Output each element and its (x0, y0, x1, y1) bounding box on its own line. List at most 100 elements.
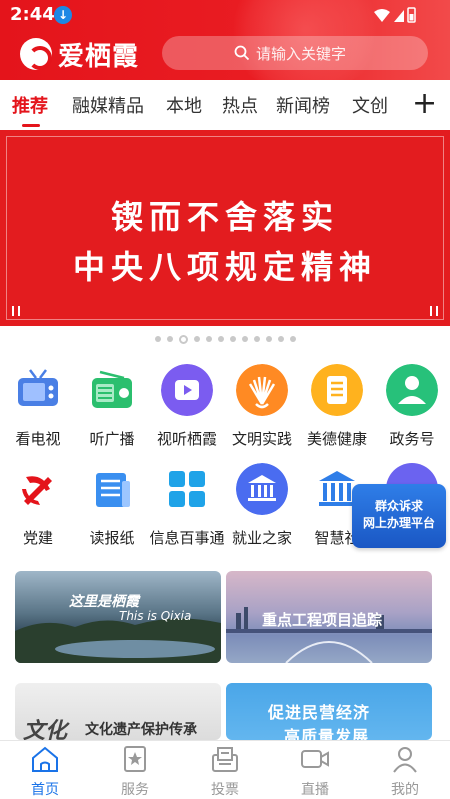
grid-item-civilization[interactable]: 文明实践 (224, 364, 300, 449)
service-icon (124, 746, 146, 772)
badge-line-1: 群众诉求 (374, 499, 423, 513)
nav-label: 首页 (31, 782, 59, 798)
card-title: 这里是栖霞 (69, 594, 139, 610)
carousel-dot[interactable] (289, 336, 296, 342)
nav-home[interactable]: 首页 (10, 745, 80, 799)
nav-profile[interactable]: 我的 (370, 745, 440, 799)
carousel-dot[interactable] (253, 336, 260, 342)
carousel-dot[interactable] (229, 336, 236, 342)
banner-headline-1: 锲而不舍落实 (110, 198, 339, 236)
grid-label: 党建 (22, 529, 53, 547)
app-name: 爱栖霞 (58, 41, 140, 72)
channel-tabs: 推荐 融媒精品 本地 热点 新闻榜 文创 + (0, 80, 450, 130)
grid-label: 听广播 (89, 430, 135, 448)
carousel-dot[interactable] (265, 336, 272, 342)
tab-culture[interactable]: 文创 (352, 92, 388, 118)
live-icon (301, 750, 329, 768)
grid-label: 视听栖霞 (156, 430, 217, 448)
petition-platform-badge[interactable]: 群众诉求 网上办理平台 (352, 484, 446, 548)
card-key-projects[interactable]: 重点工程项目追踪 (226, 571, 432, 663)
badge-line-2: 网上办理平台 (362, 516, 435, 530)
grid-label: 就业之家 (231, 529, 292, 547)
active-tab-indicator (22, 124, 40, 127)
carousel-dot[interactable] (277, 336, 284, 342)
grid-label: 政务号 (389, 430, 435, 448)
carousel-dot[interactable] (217, 336, 224, 342)
home-icon (32, 746, 58, 772)
profile-icon (393, 747, 417, 773)
signal-icon (394, 10, 404, 22)
nav-label: 我的 (391, 782, 419, 798)
grid-label: 读报纸 (89, 529, 135, 547)
grid-item-party[interactable]: 党建 (0, 463, 76, 548)
card-subtitle: This is Qixia (119, 609, 192, 623)
grid-label: 信息百事通 (149, 529, 225, 547)
download-icon: ↓ (54, 6, 72, 24)
card-title: 重点工程项目追踪 (262, 611, 383, 629)
status-icons (374, 7, 416, 23)
banner-deco-tick (430, 306, 432, 316)
user-icon (386, 364, 438, 416)
grid-item-virtue-health[interactable]: 美德健康 (299, 364, 375, 449)
card-title: 促进民营经济 (268, 703, 371, 722)
grid-label: 文明实践 (231, 430, 292, 448)
document-icon (311, 364, 363, 416)
nav-label: 投票 (211, 782, 239, 798)
grid-item-newspaper[interactable]: 读报纸 (74, 463, 150, 548)
banner-deco-tick (12, 306, 14, 316)
carousel-dot[interactable] (241, 336, 248, 342)
grid-item-gov-account[interactable]: 政务号 (374, 364, 450, 449)
bottom-nav: 首页 服务 投票 直播 我的 (0, 740, 450, 799)
tab-media-picks[interactable]: 融媒精品 (72, 92, 144, 118)
tv-icon (18, 369, 58, 406)
tab-news-rank[interactable]: 新闻榜 (276, 92, 330, 118)
tab-hot[interactable]: 热点 (222, 92, 258, 118)
vote-icon (212, 747, 238, 772)
banner-headline-2: 中央八项规定精神 (72, 248, 377, 286)
carousel-dot[interactable] (205, 336, 212, 342)
grid-item-tv[interactable]: 看电视 (0, 364, 76, 449)
radio-icon (92, 370, 132, 408)
grid-icon (169, 471, 205, 507)
search-bar[interactable]: 请输入关键字 (162, 36, 428, 70)
card-calligraphy: 文化 (23, 719, 68, 740)
grid-label: 美德健康 (306, 430, 367, 448)
tab-recommend[interactable]: 推荐 (12, 92, 48, 118)
hero-banner[interactable]: 锲而不舍落实 中央八项规定精神 (0, 130, 450, 326)
carousel-dot[interactable] (193, 336, 200, 342)
nav-vote[interactable]: 投票 (190, 745, 260, 799)
party-icon (22, 476, 52, 505)
newspaper-icon (96, 473, 130, 507)
wifi-icon (374, 9, 390, 22)
search-icon (234, 45, 250, 61)
hand-icon (236, 364, 288, 416)
building-icon (236, 463, 288, 515)
video-icon (161, 364, 213, 416)
logo-mark-icon (20, 38, 52, 70)
banner-deco-tick (18, 306, 20, 316)
nav-label: 直播 (301, 782, 329, 798)
grid-item-radio[interactable]: 听广播 (74, 364, 150, 449)
nav-service[interactable]: 服务 (100, 745, 170, 799)
search-placeholder: 请输入关键字 (256, 44, 347, 63)
card-title: 文化遗产保护传承 (85, 722, 197, 738)
card-this-is-qixia[interactable]: 这里是栖霞 This is Qixia (15, 571, 221, 663)
app-header: 2:44 ↓ 爱栖霞 请输入关键字 (0, 0, 450, 80)
add-channel-icon[interactable]: + (412, 86, 437, 122)
tab-local[interactable]: 本地 (166, 92, 202, 118)
grid-item-employment[interactable]: 就业之家 (224, 463, 300, 548)
grid-item-video[interactable]: 视听栖霞 (149, 364, 225, 449)
app-logo: 爱栖霞 (20, 36, 139, 72)
carousel-dot[interactable] (166, 336, 173, 342)
banner-deco-tick (436, 306, 438, 316)
grid-item-info[interactable]: 信息百事通 (149, 463, 225, 548)
carousel-dot-active[interactable] (178, 335, 188, 344)
grid-label: 看电视 (15, 430, 61, 448)
nav-live[interactable]: 直播 (280, 745, 350, 799)
nav-label: 服务 (121, 782, 149, 798)
carousel-indicator (0, 334, 450, 346)
card-private-economy[interactable]: 促进民营经济 高质量发展 (226, 683, 432, 740)
carousel-dot[interactable] (154, 336, 161, 342)
card-heritage[interactable]: 文化 文化遗产保护传承 (15, 683, 221, 740)
card-subtitle: 高质量发展 (284, 727, 370, 740)
